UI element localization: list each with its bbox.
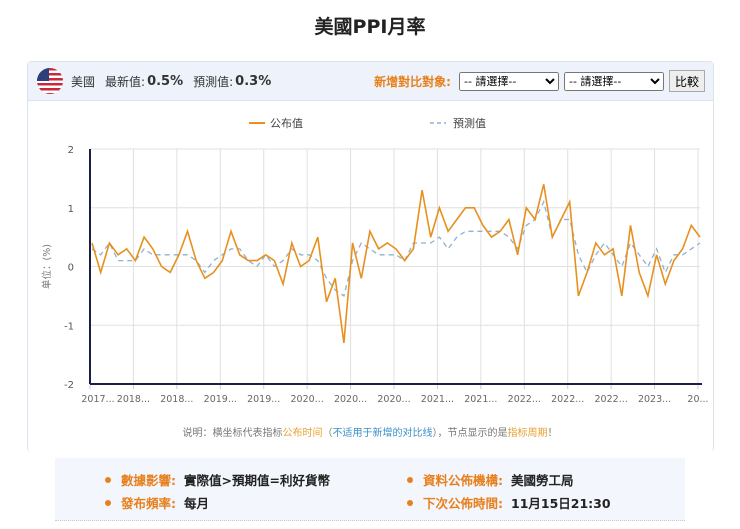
x-tick-label: 2023...: [638, 394, 671, 405]
x-tick-label: 2019...: [204, 394, 237, 405]
x-tick-label: 2020...: [377, 394, 410, 405]
x-tick-label: 2021...: [464, 394, 497, 405]
compare-button[interactable]: 比較: [668, 70, 705, 92]
legend-published-label: 公布值: [270, 117, 303, 130]
next-release-item: 下次公佈時間: 11月15日21:30: [407, 493, 611, 512]
x-tick-label: 20...: [687, 394, 708, 405]
x-tick-label: 2018...: [160, 394, 193, 405]
us-flag-icon: [37, 68, 63, 94]
page-title: 美國PPI月率: [314, 16, 426, 38]
y-tick-label: -2: [64, 380, 74, 391]
info-box: 數據影響: 實際值>預期值=利好貨幣 發布頻率: 每月 資料公佈機構: 美國勞工局 下…: [55, 458, 685, 521]
x-tick-label: 2022...: [551, 394, 584, 405]
latest-label: 最新值:: [105, 74, 146, 89]
compare-label: 新增對比對象:: [374, 74, 451, 89]
x-tick-label: 2022...: [595, 394, 628, 405]
x-tick-label: 2020...: [291, 394, 324, 405]
compare-select-2[interactable]: -- 請選擇--: [563, 71, 664, 91]
x-tick-label: 2017...: [81, 394, 114, 405]
legend-forecast-label: 預測值: [453, 116, 486, 130]
x-tick-label: 2019...: [247, 394, 280, 405]
forecast-label: 預測值:: [193, 74, 234, 89]
forecast-value: 0.3%: [235, 73, 272, 89]
y-tick-label: 0: [68, 263, 74, 274]
chart-header: 美國 最新值: 0.5% 預測值: 0.3% 新增對比對象: -- 請選擇-- …: [28, 62, 713, 101]
frequency-item: 發布頻率: 每月: [105, 493, 209, 512]
x-tick-label: 2022...: [508, 394, 541, 405]
y-tick-label: 1: [68, 204, 74, 215]
y-tick-label: -1: [64, 321, 74, 332]
agency-item: 資料公佈機構: 美國勞工局: [407, 470, 574, 489]
x-tick-label: 2018...: [117, 394, 150, 405]
x-tick-label: 2020...: [334, 394, 367, 405]
chart-note: 说明：横坐标代表指标公布时间（不适用于新增的对比线），节点显示的是指标周期！: [182, 428, 558, 439]
y-axis-label: 单位：(%): [41, 244, 53, 289]
impact-item: 數據影響: 實際值>預期值=利好貨幣: [105, 470, 330, 489]
country-label: 美國: [71, 74, 96, 89]
x-tick-label: 2021...: [421, 394, 454, 405]
compare-select-1[interactable]: -- 請選擇--: [458, 71, 559, 91]
y-tick-label: 2: [68, 145, 74, 156]
latest-value: 0.5%: [147, 73, 184, 89]
ppi-line-chart: 210-1-22017... 2018... 2018... 2019... 2019.…: [41, 116, 709, 405]
